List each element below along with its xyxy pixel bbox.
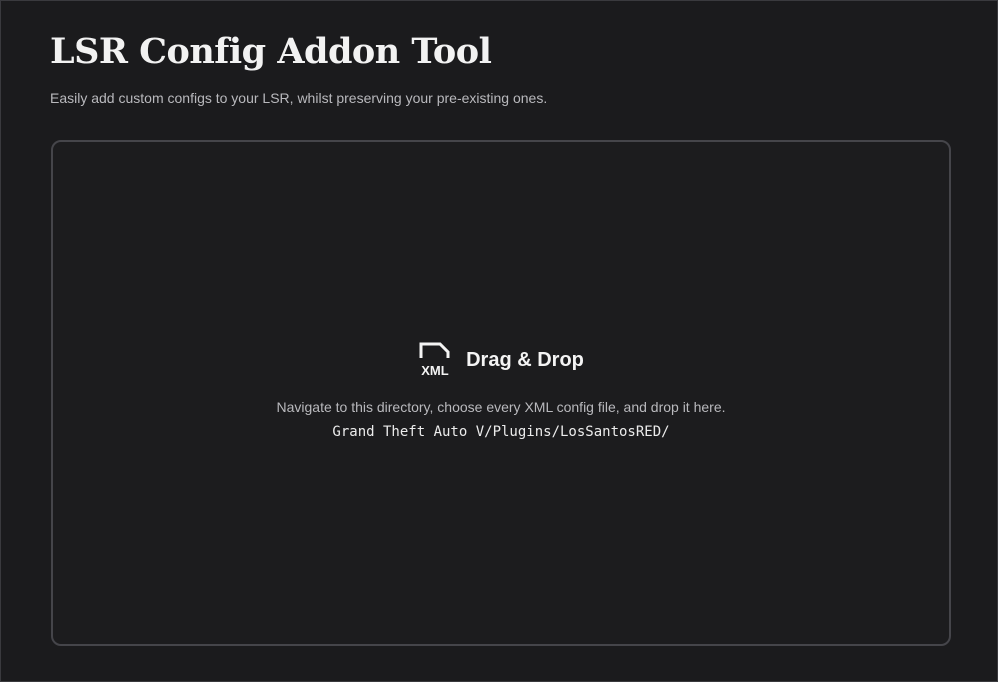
- xml-icon-label: XML: [421, 363, 449, 378]
- page-title: LSR Config Addon Tool: [50, 31, 492, 72]
- drop-zone-header: XML Drag & Drop: [418, 342, 584, 378]
- page-subtitle: Easily add custom configs to your LSR, w…: [50, 90, 548, 106]
- drop-zone-instructions: Navigate to this directory, choose every…: [276, 399, 726, 415]
- drop-zone-heading: Drag & Drop: [466, 348, 584, 371]
- xml-file-icon: XML: [419, 342, 450, 378]
- drop-zone-content: XML Drag & Drop Navigate to this directo…: [53, 342, 949, 440]
- config-directory-path: Grand Theft Auto V/Plugins/LosSantosRED/: [332, 424, 670, 440]
- file-drop-zone[interactable]: XML Drag & Drop Navigate to this directo…: [51, 140, 951, 646]
